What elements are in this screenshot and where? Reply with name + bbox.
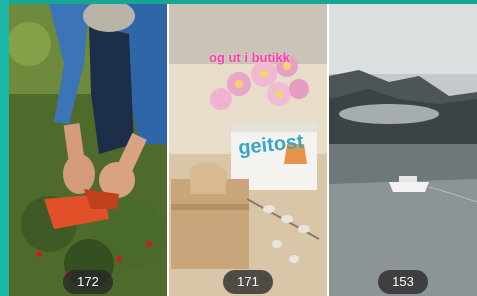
reaction-count-badge: 153 [378,270,428,294]
overlay-caption: og ut i butikk [209,50,290,65]
fjord-boat-photo [329,4,477,296]
reaction-count-badge: 172 [63,270,113,294]
accent-bar [0,0,9,296]
berry-picking-photo [9,4,167,296]
photo-tile-berry-picking[interactable]: 172 [9,4,167,296]
photo-tile-fjord-boat[interactable]: 153 [329,4,477,296]
photo-tile-gift-cheese[interactable]: og ut i butikk geitost 171 [169,4,327,296]
reaction-count-badge: 171 [223,270,273,294]
